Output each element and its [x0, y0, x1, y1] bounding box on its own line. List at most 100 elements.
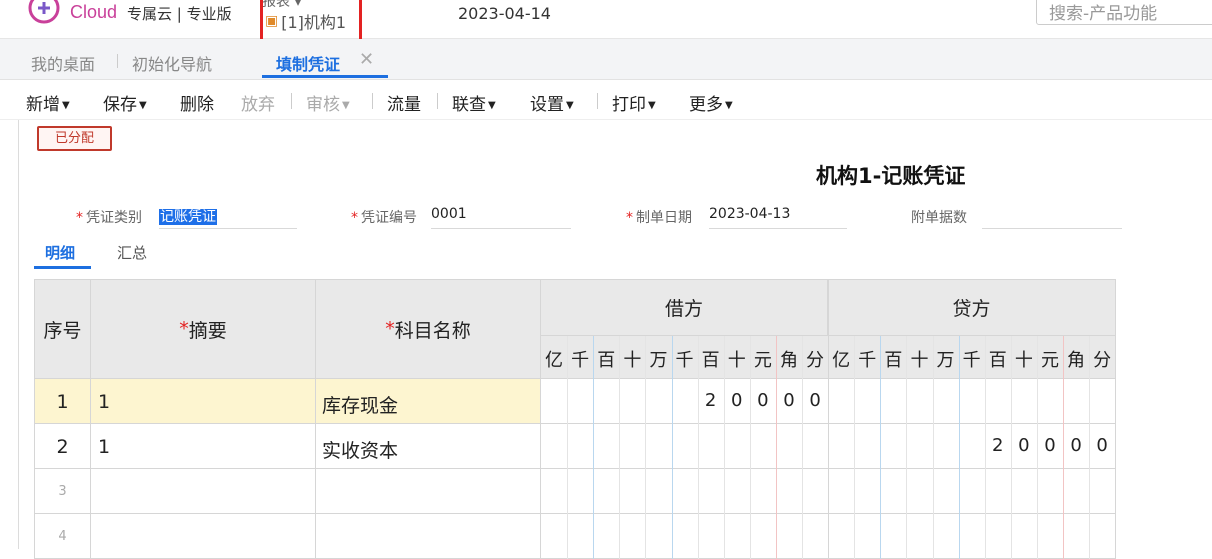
number-label-text: 凭证编号 — [361, 210, 417, 226]
number-field[interactable]: 0001 — [431, 205, 571, 229]
login-date: 2023-04-14 — [458, 4, 551, 23]
digit-divider — [984, 336, 986, 559]
header-seq-label: 序号 — [43, 319, 82, 342]
active-tab-indicator — [262, 75, 388, 78]
digit-unit-label: 千 — [858, 350, 877, 371]
digit-unit-label: 万 — [649, 350, 668, 371]
audit-label: 审核 — [306, 95, 340, 115]
audit-button[interactable]: 审核 ▼ — [306, 90, 350, 115]
row-seq: 4 — [58, 529, 67, 544]
amount-digit: 2 — [992, 435, 1004, 456]
digit-unit-label: 千 — [675, 350, 694, 371]
tab-summary[interactable]: 汇总 — [117, 242, 147, 263]
summary-cell[interactable] — [91, 424, 316, 469]
row-seq: 2 — [56, 436, 69, 458]
header-debit: 借方 — [541, 279, 828, 336]
status-badge: 已分配 — [37, 126, 112, 151]
digit-divider — [802, 336, 803, 559]
tab-fill-voucher[interactable]: 填制凭证 — [276, 51, 340, 75]
amount-digit: 0 — [1070, 435, 1082, 456]
toolbar-divider — [437, 93, 438, 109]
summary-cell[interactable] — [91, 379, 316, 424]
attachments-field[interactable] — [982, 205, 1122, 229]
digit-divider — [567, 336, 569, 559]
link-query-button[interactable]: 联查 ▼ — [452, 90, 496, 115]
chevron-down-icon: ▼ — [725, 100, 733, 111]
row-account: 实收资本 — [322, 440, 399, 462]
new-label: 新增 — [26, 95, 60, 115]
settings-button[interactable]: 设置 ▼ — [530, 90, 574, 115]
digit-divider — [1063, 336, 1064, 559]
tab-init-guide[interactable]: 初始化导航 — [132, 51, 212, 75]
more-label: 更多 — [689, 95, 723, 115]
amount-digit: 0 — [809, 390, 821, 411]
summary-cell[interactable] — [91, 469, 316, 514]
brand-name: Cloud — [70, 2, 118, 22]
date-label: * 制单日期 — [626, 210, 692, 226]
digit-unit-label: 角 — [779, 350, 798, 371]
plan-label: 专属云 | 专业版 — [127, 5, 232, 23]
digit-divider — [723, 336, 725, 559]
tab-desktop[interactable]: 我的桌面 — [31, 51, 95, 75]
category-label: * 凭证类别 — [76, 210, 142, 226]
digit-divider — [645, 336, 647, 559]
chevron-down-icon: ▼ — [566, 100, 574, 111]
amount-digit: 2 — [704, 390, 717, 411]
save-button[interactable]: 保存 ▼ — [103, 90, 147, 115]
category-field[interactable]: 记账凭证 — [159, 205, 297, 229]
digit-divider — [775, 336, 777, 559]
tab-divider — [117, 54, 118, 68]
date-field[interactable]: 2023-04-13 — [709, 205, 847, 229]
more-button[interactable]: 更多 ▼ — [689, 90, 733, 115]
amount-digit: 0 — [1096, 435, 1108, 456]
toolbar: 新增 ▼ 保存 ▼ 删除 放弃 审核 ▼ 流量 联查 ▼ 设置 ▼ 打印 ▼ 更多 ▼ — [0, 80, 1212, 120]
category-value: 记账凭证 — [159, 209, 217, 225]
digit-unit-label: 亿 — [545, 350, 564, 371]
print-button[interactable]: 打印 ▼ — [612, 90, 656, 115]
building-icon: ▣ — [265, 13, 279, 29]
digit-divider — [880, 336, 882, 559]
close-icon[interactable]: ✕ — [359, 49, 374, 70]
amount-digit: 0 — [783, 390, 795, 411]
row-summary: 1 — [98, 436, 111, 458]
summary-cell[interactable] — [91, 514, 316, 559]
digit-divider — [1010, 336, 1012, 559]
account-cell[interactable] — [316, 469, 541, 514]
number-label: * 凭证编号 — [351, 210, 417, 226]
digit-unit-label: 元 — [1040, 350, 1059, 371]
digit-unit-label: 百 — [701, 350, 720, 371]
toolbar-divider — [372, 93, 373, 109]
digit-unit-label: 亿 — [832, 350, 851, 371]
new-button[interactable]: 新增 ▼ — [26, 90, 70, 115]
discard-button[interactable]: 放弃 — [241, 90, 275, 115]
row-summary: 1 — [98, 391, 111, 413]
tab-detail[interactable]: 明细 — [45, 242, 75, 263]
chevron-down-icon: ▼ — [648, 100, 656, 111]
date-label-text: 制单日期 — [636, 210, 692, 226]
top-header: Cloud 专属云 | 专业版 报表 ▾ ▣ [1]机构1 2023-04-14… — [0, 0, 1212, 53]
amount-digit: 0 — [757, 390, 769, 411]
digit-divider — [932, 336, 934, 559]
digit-unit-label: 百 — [597, 350, 616, 371]
header-credit: 贷方 — [828, 279, 1116, 336]
search-input[interactable]: 搜索-产品功能 — [1036, 0, 1212, 25]
row-seq: 1 — [56, 391, 69, 413]
print-label: 打印 — [612, 95, 646, 115]
category-label-text: 凭证类别 — [86, 210, 142, 226]
delete-button[interactable]: 删除 — [180, 90, 214, 115]
link-query-label: 联查 — [452, 95, 486, 115]
digit-divider — [697, 336, 699, 559]
account-cell[interactable] — [316, 514, 541, 559]
cashflow-button[interactable]: 流量 — [387, 90, 421, 115]
digit-unit-label: 万 — [936, 350, 955, 371]
digit-divider — [906, 336, 908, 559]
digit-unit-label: 十 — [1014, 350, 1033, 371]
digit-unit-label: 百 — [884, 350, 903, 371]
save-label: 保存 — [103, 95, 137, 115]
org-selector[interactable]: ▣ [1]机构1 — [265, 9, 346, 33]
header-seq: 序号 — [34, 279, 91, 379]
header-summary-label: 摘要 — [188, 319, 227, 342]
voucher-grid: 序号 * 摘要 * 科目名称 借方 贷方 亿千百十万千百十元角分亿千百十万千百十元角… — [34, 279, 1116, 559]
digit-unit-label: 十 — [623, 350, 642, 371]
row-account: 库存现金 — [322, 395, 399, 417]
